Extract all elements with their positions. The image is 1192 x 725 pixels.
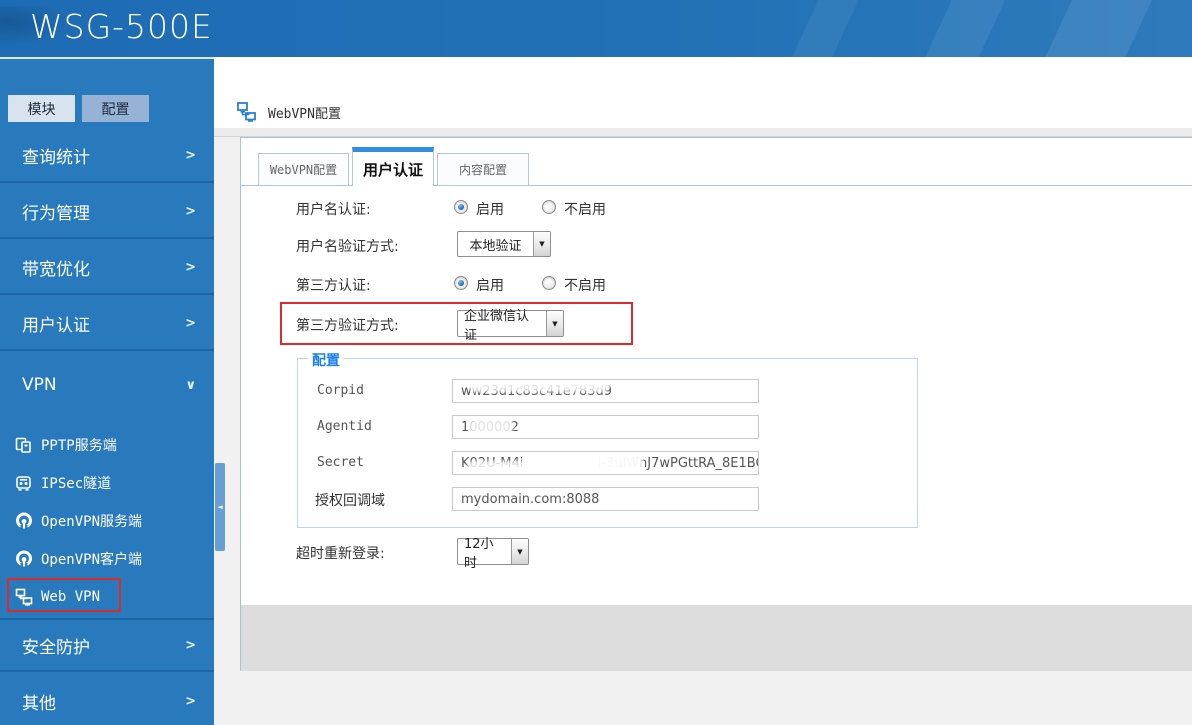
thirdparty-method-select[interactable]: 企业微信认证 ▼ — [457, 309, 564, 343]
chevron-right-icon: > — [185, 259, 196, 275]
sidebar-subitem-ipsec-tunnel[interactable]: IPSec隧道 — [0, 464, 214, 502]
openvpn-icon — [14, 550, 33, 569]
sidebar-item-query-stats[interactable]: 查询统计 > — [0, 129, 214, 183]
thirdparty-auth-disable-label: 不启用 — [564, 278, 606, 294]
content-panel: WebVPN配置 用户认证 内容配置 用户名认证: 启用 不启用 用户名验证方式… — [240, 137, 1192, 671]
sidebar-item-bandwidth[interactable]: 带宽优化 > — [0, 241, 214, 295]
title-divider-strip — [214, 128, 1192, 137]
dropdown-arrow-icon[interactable]: ▼ — [546, 311, 563, 336]
dropdown-arrow-icon[interactable]: ▼ — [533, 232, 550, 256]
thirdparty-auth-enable-label: 启用 — [476, 278, 504, 294]
app-header: WSG-500E — [0, 0, 1192, 57]
webvpn-icon — [14, 588, 33, 607]
chevron-down-icon: ∨ — [185, 377, 196, 393]
sidebar-collapse-handle[interactable]: ◄ — [215, 463, 225, 551]
panel-footer-bar — [241, 605, 1192, 671]
thirdparty-auth-label: 第三方认证: — [296, 278, 371, 294]
username-method-select[interactable]: 本地验证 ▼ — [457, 231, 551, 257]
sidebar-subitem-pptp-server[interactable]: PPTP服务端 — [0, 426, 214, 464]
agentid-input[interactable]: 1000002 — [452, 415, 759, 439]
timeout-label: 超时重新登录: — [296, 546, 385, 562]
corpid-label: Corpid — [317, 383, 364, 398]
sidebar-subitem-web-vpn[interactable]: Web VPN — [0, 578, 214, 616]
app-title: WSG-500E — [30, 7, 213, 46]
sidebar-item-vpn[interactable]: VPN ∨ — [0, 353, 214, 417]
webvpn-config-icon — [237, 102, 256, 122]
username-auth-disable-label: 不启用 — [564, 202, 606, 218]
username-method-label: 用户名验证方式: — [296, 239, 399, 255]
tab-content-config[interactable]: 内容配置 — [437, 153, 529, 186]
main-title-band — [214, 57, 1192, 128]
ipsec-icon — [14, 474, 33, 493]
chevron-right-icon: > — [185, 315, 196, 331]
corpid-input[interactable]: ww23d1c83c41e783d9 — [452, 379, 759, 403]
config-group: 配置 Corpid ww23d1c83c41e783d9 Agentid 100… — [297, 350, 918, 528]
thirdparty-auth-enable-radio[interactable] — [454, 276, 468, 290]
timeout-select[interactable]: 12小时 ▼ — [457, 537, 529, 571]
sidebar-item-other[interactable]: 其他 > — [0, 676, 214, 725]
sidebar-tab-modules[interactable]: 模块 — [8, 95, 75, 122]
chevron-right-icon: > — [185, 694, 196, 709]
username-auth-enable-label: 启用 — [476, 202, 504, 218]
page-title-row: WebVPN配置 — [237, 102, 341, 122]
sidebar-item-user-auth[interactable]: 用户认证 > — [0, 297, 214, 351]
chevron-right-icon: > — [185, 203, 196, 219]
sidebar-item-security[interactable]: 安全防护 > — [0, 618, 214, 672]
thirdparty-method-label: 第三方验证方式: — [296, 318, 399, 334]
username-auth-label: 用户名认证: — [296, 202, 371, 218]
sidebar-item-behavior-mgmt[interactable]: 行为管理 > — [0, 185, 214, 239]
pptp-icon — [14, 436, 33, 455]
thirdparty-auth-disable-radio[interactable] — [542, 276, 556, 290]
sidebar-tabbar: 模块 配置 — [8, 95, 156, 122]
tab-user-auth[interactable]: 用户认证 — [352, 147, 434, 186]
sidebar-subitem-openvpn-client[interactable]: OpenVPN客户端 — [0, 540, 214, 578]
secret-label: Secret — [317, 455, 364, 470]
callback-domain-label: 授权回调域 — [315, 493, 385, 509]
config-group-legend: 配置 — [308, 350, 344, 370]
callback-domain-input[interactable]: mydomain.com:8088 — [452, 487, 759, 511]
agentid-label: Agentid — [317, 419, 372, 434]
chevron-right-icon: > — [185, 147, 196, 163]
sidebar-subitem-openvpn-server[interactable]: OpenVPN服务端 — [0, 502, 214, 540]
sidebar-tab-config[interactable]: 配置 — [82, 95, 149, 122]
username-auth-enable-radio[interactable] — [454, 200, 468, 214]
page-title: WebVPN配置 — [268, 106, 341, 122]
dropdown-arrow-icon[interactable]: ▼ — [511, 539, 528, 564]
sidebar: 模块 配置 查询统计 > 行为管理 > 带宽优化 > 用户认证 > VPN ∨ — [0, 57, 214, 725]
username-auth-disable-radio[interactable] — [542, 200, 556, 214]
chevron-right-icon: > — [185, 637, 196, 653]
secret-input[interactable]: K02U-M4i i-3ulWnJ7wPGttRA_8E1BC — [452, 451, 759, 475]
openvpn-icon — [14, 512, 33, 531]
wsg-admin-screen: WSG-500E 模块 配置 查询统计 > 行为管理 > 带宽优化 > 用户认证… — [0, 0, 1192, 725]
collapse-arrow-icon: ◄ — [217, 503, 223, 511]
tab-webvpn-config[interactable]: WebVPN配置 — [258, 153, 349, 186]
